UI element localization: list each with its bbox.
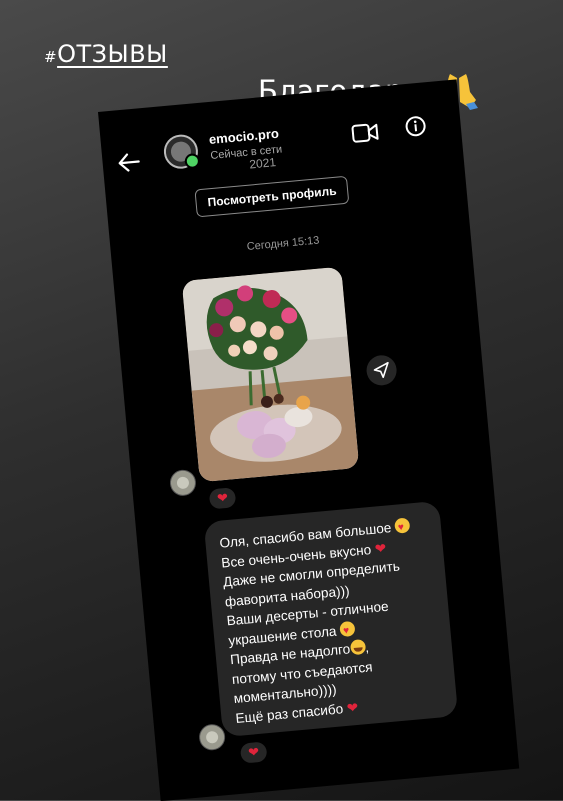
- info-icon[interactable]: [404, 114, 428, 138]
- photo-flowers-desserts: [181, 266, 360, 483]
- message-heart-reaction[interactable]: ❤: [239, 741, 268, 764]
- hashtag-word: отзывы: [57, 40, 168, 68]
- heart-icon: ❤: [374, 540, 387, 557]
- photo-heart-reaction[interactable]: ❤: [208, 487, 237, 510]
- year-divider: 2021: [248, 157, 277, 170]
- view-profile-button[interactable]: Посмотреть профиль: [194, 175, 350, 218]
- hashtag-symbol: #: [44, 48, 58, 66]
- direct-chat-screenshot: emocio.pro Сейчас в сети 2021 Посмотреть…: [98, 79, 520, 801]
- story-hashtag[interactable]: #отзывы: [44, 40, 168, 68]
- message-bubble[interactable]: Оля, спасибо вам большое Все очень-очень…: [203, 500, 459, 738]
- share-button[interactable]: [365, 354, 398, 387]
- message-timestamp: Сегодня 15:13: [246, 234, 320, 254]
- heart-icon: ❤: [247, 744, 260, 760]
- smiling-face-hearts-icon: [394, 517, 411, 534]
- video-call-icon[interactable]: [350, 121, 380, 145]
- heart-icon: ❤: [346, 699, 359, 716]
- laughing-face-icon: [349, 639, 366, 656]
- sender-avatar[interactable]: [168, 468, 198, 497]
- share-icon: [373, 361, 389, 379]
- contact-avatar[interactable]: [162, 133, 201, 171]
- shared-photo[interactable]: [181, 266, 360, 483]
- smiling-face-hearts-icon: [339, 620, 356, 637]
- sender-avatar[interactable]: [198, 723, 227, 752]
- online-indicator: [184, 153, 201, 170]
- back-arrow-icon[interactable]: [116, 150, 142, 174]
- heart-icon: ❤: [216, 489, 229, 506]
